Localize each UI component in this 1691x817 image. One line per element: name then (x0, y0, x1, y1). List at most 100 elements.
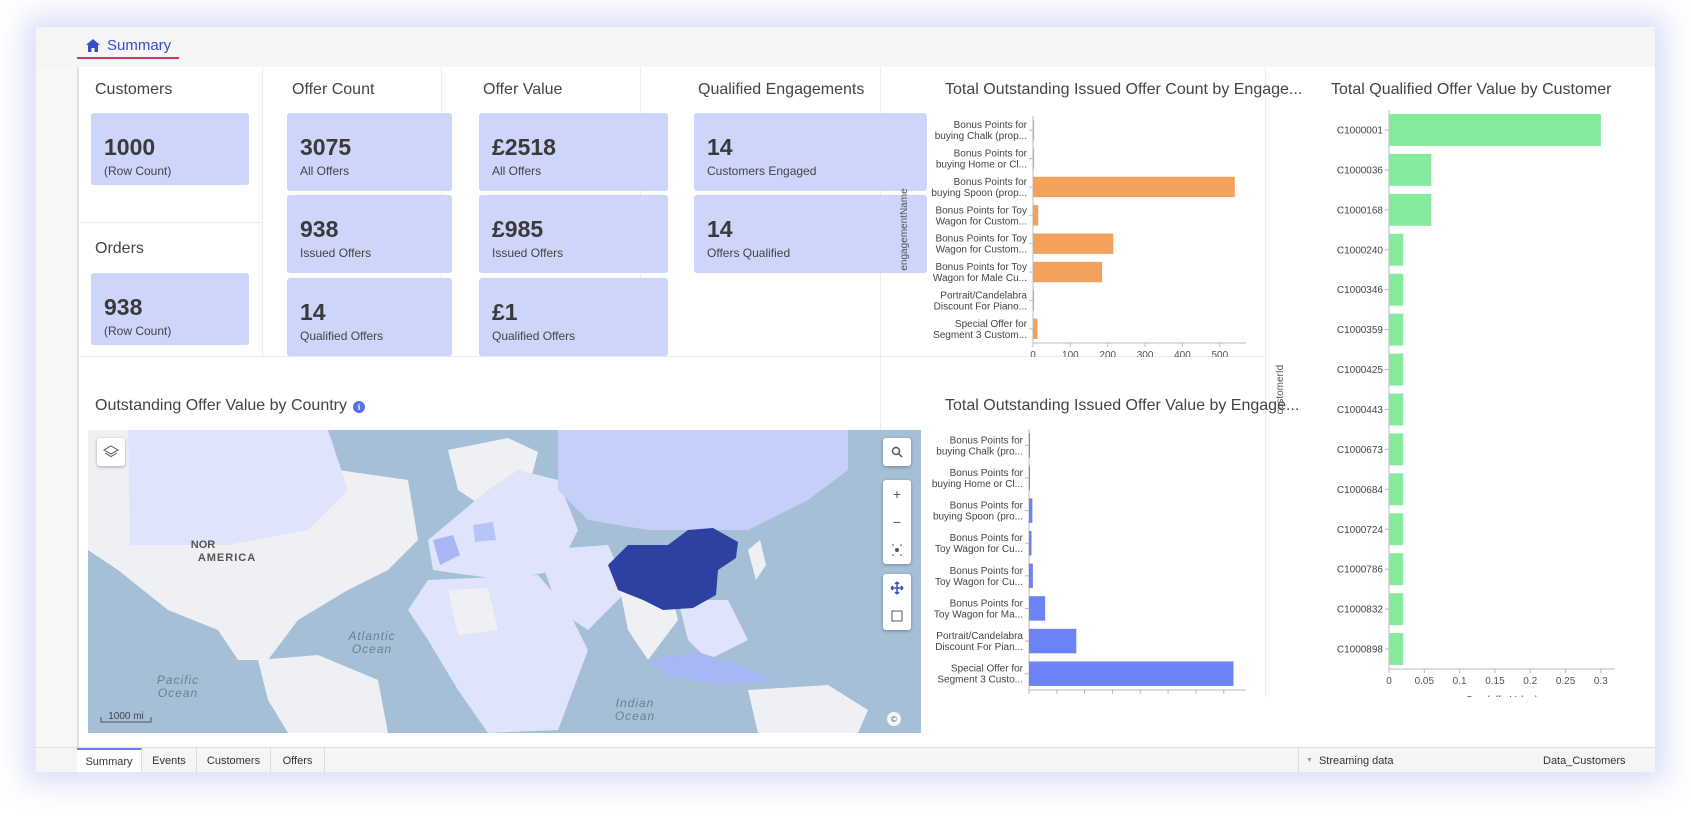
map-label-indian: Indian (616, 696, 655, 710)
world-map[interactable]: NOR AMERICA Atlantic Ocean Pacific Ocean… (88, 430, 921, 733)
chart-offer-value[interactable]: Bonus Points for buying Chalk (pro... Bonu… (899, 423, 1254, 697)
recenter-button[interactable] (891, 536, 903, 564)
bottom-tab-offers[interactable]: Offers (271, 748, 325, 772)
bar (1033, 148, 1035, 169)
home-icon (86, 38, 100, 52)
y-tick-label: Bonus Points for Toy Wagon for Ma... (934, 598, 1024, 620)
y-tick-label: Bonus Points for buying Chalk (pro... (936, 435, 1023, 457)
y-tick-label: C1000786 (1337, 565, 1384, 576)
y-tick-label: C1000240 (1337, 245, 1384, 256)
y-tick-label: C1000724 (1337, 525, 1384, 536)
kpi-subtitle: Qualified Offers (492, 329, 576, 343)
kpi-subtitle: All Offers (492, 164, 542, 178)
offer-count-all-kpi[interactable]: 3075 All Offers (287, 113, 452, 191)
bar (1389, 473, 1404, 506)
streaming-status[interactable]: ▼ Streaming data (1298, 748, 1394, 772)
y-tick-label: C1000684 (1337, 485, 1384, 496)
x-tick-label: 0.25 (1556, 676, 1576, 687)
offer-value-issued-kpi[interactable]: £985 Issued Offers (479, 195, 668, 273)
y-tick-label: C1000346 (1337, 285, 1384, 296)
x-tick-label: 0 (1386, 676, 1392, 687)
bar (1389, 553, 1404, 586)
offer-value-qualified-kpi[interactable]: £1 Qualified Offers (479, 278, 668, 356)
map-canvas[interactable]: NOR AMERICA Atlantic Ocean Pacific Ocean… (88, 430, 921, 733)
target-icon (892, 544, 902, 556)
select-tool-button[interactable] (891, 602, 903, 630)
app-window: Summary Customers 1000 (Row Count) Order… (36, 27, 1655, 772)
y-tick-label: C1000168 (1337, 205, 1384, 216)
kpi-value: 14 (707, 134, 733, 160)
x-tick-label: 300 (1137, 350, 1154, 357)
bar (1029, 628, 1077, 654)
qualified-engagements-title: Qualified Engagements (698, 81, 865, 98)
top-tab-bar: Summary (36, 27, 1655, 67)
x-tick-label: 200 (1099, 350, 1116, 357)
region-poland (473, 522, 496, 542)
bar (1033, 318, 1038, 340)
divider (262, 67, 263, 356)
tab-summary-label: Summary (107, 36, 172, 54)
y-tick-label: Bonus Points for Toy Wagon for Male Cu... (933, 262, 1027, 284)
offer-count-title: Offer Count (292, 81, 375, 98)
pan-tool-button[interactable] (890, 574, 904, 602)
chart-customer-value[interactable]: C1000001 C1000036 C1000168 C1000240 C1000346… (1275, 107, 1635, 697)
bar (1389, 513, 1404, 546)
chart-offer-value-title: Total Outstanding Issued Offer Value by … (945, 397, 1300, 414)
customers-title: Customers (95, 81, 173, 98)
y-tick-label: Bonus Points for Toy Wagon for Custom... (935, 205, 1027, 227)
bottom-tab-customers[interactable]: Customers (197, 748, 271, 772)
map-label-pacific: Pacific (157, 673, 199, 687)
y-tick-label: Bonus Points for buying Home or Cl... (936, 149, 1028, 171)
orders-title: Orders (95, 240, 144, 257)
zoom-controls: + − (883, 480, 911, 564)
region-south-america (258, 655, 388, 733)
bar (1029, 433, 1030, 458)
kpi-subtitle: (Row Count) (104, 324, 172, 338)
kpi-value: 1000 (104, 134, 156, 160)
kpi-value: £1 (492, 299, 518, 325)
orders-kpi[interactable]: 938 (Row Count) (91, 273, 249, 345)
layers-button[interactable] (97, 438, 125, 466)
kpi-value: 14 (707, 216, 733, 242)
customers-kpi[interactable]: 1000 (Row Count) (91, 113, 249, 185)
bar (1033, 205, 1039, 226)
offers-qualified-kpi[interactable]: 14 Offers Qualified (694, 195, 927, 273)
info-icon[interactable]: i (353, 401, 365, 413)
map-search-button[interactable] (883, 438, 911, 466)
zoom-out-button[interactable]: − (893, 508, 901, 536)
map-label-america: AMERICA (198, 552, 256, 564)
kpi-subtitle: Issued Offers (300, 246, 372, 260)
offer-count-issued-kpi[interactable]: 938 Issued Offers (287, 195, 452, 273)
x-tick-label: 0 (1030, 350, 1036, 357)
y-tick-label: Bonus Points for buying Spoon (prop... (931, 177, 1027, 199)
kpi-value: 3075 (300, 134, 352, 160)
zoom-in-button[interactable]: + (893, 480, 901, 508)
x-tick-label: 0.3 (1594, 676, 1608, 687)
x-tick-label: 0.2 (1523, 676, 1537, 687)
dropdown-icon: ▼ (1306, 757, 1313, 764)
kpi-subtitle: Customers Engaged (707, 164, 817, 178)
bottom-tab-summary[interactable]: Summary (77, 748, 142, 772)
offer-count-qualified-kpi[interactable]: 14 Qualified Offers (287, 278, 452, 356)
bar (1389, 433, 1404, 466)
streaming-label: Streaming data (1318, 754, 1394, 767)
chart-offer-count[interactable]: Bonus Points for buying Chalk (prop... Bon… (899, 107, 1254, 357)
y-tick-label: C1000425 (1337, 365, 1384, 376)
bar (1389, 353, 1404, 386)
y-tick-label: Bonus Points for buying Home or Cl... (932, 468, 1024, 490)
kpi-subtitle: Issued Offers (492, 246, 564, 260)
bar (1029, 498, 1033, 523)
region-australia (748, 685, 868, 733)
bar (1033, 176, 1235, 198)
bar (1033, 119, 1035, 141)
attribution-icon[interactable]: © (887, 712, 901, 726)
map-label-atlantic-2: Ocean (352, 642, 392, 656)
move-icon (890, 581, 904, 595)
offer-value-all-kpi[interactable]: £2518 All Offers (479, 113, 668, 191)
bottom-tab-events[interactable]: Events (142, 748, 197, 772)
bar (1389, 273, 1404, 306)
y-tick-label: C1000898 (1337, 645, 1384, 656)
tab-summary[interactable]: Summary (77, 33, 180, 59)
y-tick-label: Bonus Points for Toy Wagon for Cu... (935, 533, 1024, 555)
customers-engaged-kpi[interactable]: 14 Customers Engaged (694, 113, 927, 191)
